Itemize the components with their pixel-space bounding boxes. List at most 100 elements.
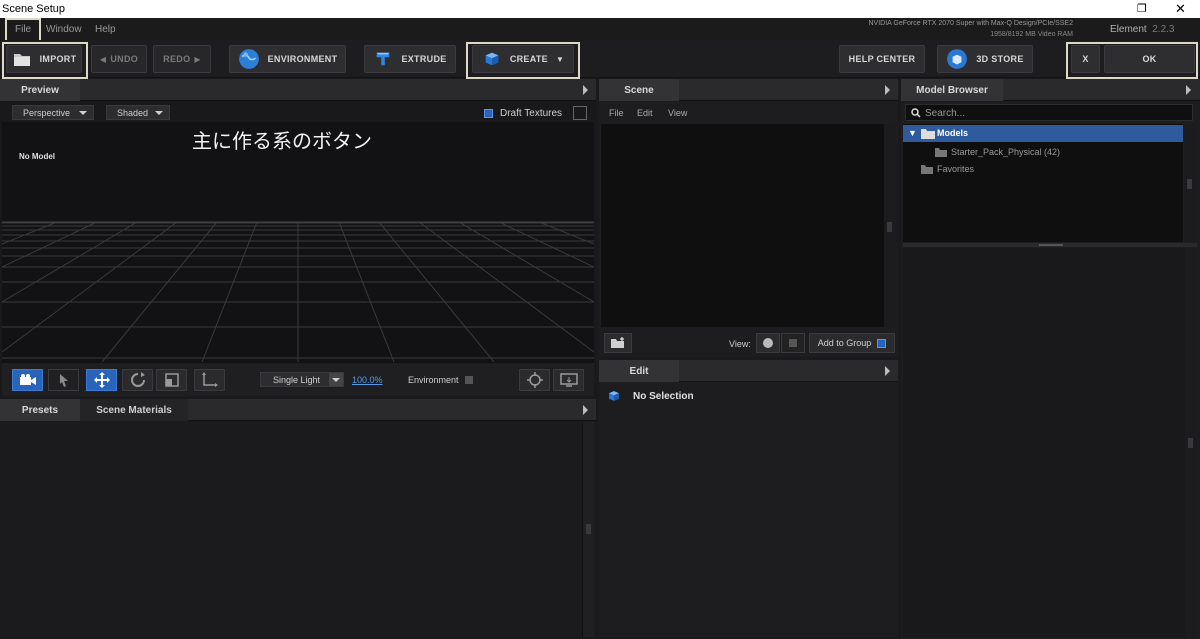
- add-folder-button[interactable]: [604, 333, 632, 353]
- environment-label: ENVIRONMENT: [267, 54, 338, 64]
- search-icon: [911, 108, 921, 118]
- select-tool-button[interactable]: [48, 369, 79, 391]
- store-icon: [947, 49, 968, 69]
- environment-checkbox[interactable]: [465, 376, 473, 384]
- model-tree-scrollbar[interactable]: [1184, 124, 1196, 242]
- undo-label: UNDO: [110, 54, 139, 64]
- selection-status: No Selection: [633, 391, 694, 402]
- group-icon: [789, 339, 797, 347]
- zoom-value[interactable]: 100.0%: [352, 375, 383, 385]
- camera-tool-button[interactable]: [12, 369, 43, 391]
- scale-tool-button[interactable]: [156, 369, 187, 391]
- tab-preview[interactable]: Preview: [0, 79, 80, 101]
- app-version: Element 2.2.3: [1110, 24, 1175, 35]
- tab-presets[interactable]: Presets: [0, 399, 80, 421]
- shading-dropdown[interactable]: Shaded: [106, 105, 170, 120]
- extrude-button[interactable]: EXTRUDE: [364, 45, 456, 73]
- focus-button[interactable]: [519, 369, 550, 391]
- add-to-group-label: Add to Group: [817, 338, 872, 348]
- folder-icon: [921, 165, 933, 174]
- caret-icon: [79, 111, 87, 115]
- tab-model-browser[interactable]: Model Browser: [901, 79, 1003, 101]
- help-center-button[interactable]: HELP CENTER: [839, 45, 925, 73]
- undo-button[interactable]: ◀ UNDO: [91, 45, 147, 73]
- annotation-text: 主に作る系のボタン: [192, 129, 372, 153]
- chevron-right-icon: ▶: [194, 54, 201, 64]
- move-tool-button[interactable]: [86, 369, 117, 391]
- help-center-label: HELP CENTER: [848, 54, 916, 64]
- thumbnails-scrollbar[interactable]: [1185, 248, 1197, 637]
- model-thumbnails-area[interactable]: [903, 248, 1185, 637]
- title-bar: Scene Setup ❐ ✕: [0, 0, 1200, 18]
- scene-tree[interactable]: [601, 124, 884, 327]
- scale-icon: [164, 373, 179, 387]
- tab-edit[interactable]: Edit: [599, 360, 679, 382]
- preview-tabbar: Preview: [0, 79, 596, 101]
- scroll-thumb[interactable]: [1187, 179, 1192, 189]
- rotate-tool-button[interactable]: [122, 369, 153, 391]
- viewport-toolbar: Single Light 100.0% Environment: [2, 362, 594, 396]
- sphere-icon: [763, 338, 773, 348]
- panel-arrow-icon[interactable]: [583, 405, 588, 415]
- scroll-thumb[interactable]: [1188, 438, 1193, 448]
- render-view-button[interactable]: [553, 369, 584, 391]
- folder-icon: [935, 148, 947, 157]
- presets-scrollbar[interactable]: [582, 422, 594, 637]
- view-label: View:: [729, 339, 751, 349]
- close-icon[interactable]: ✕: [1175, 1, 1186, 17]
- camera-dropdown[interactable]: Perspective: [12, 105, 94, 120]
- create-highlight: [466, 42, 580, 79]
- window-title: Scene Setup: [2, 3, 65, 15]
- model-tree[interactable]: ▼ Models Starter_Pack_Physical (42) Favo…: [903, 124, 1183, 242]
- tree-row-favorites[interactable]: Favorites: [903, 160, 1183, 176]
- panel-arrow-icon[interactable]: [885, 85, 890, 95]
- panel-arrow-icon[interactable]: [583, 85, 588, 95]
- video-camera-icon: [19, 374, 36, 385]
- redo-button[interactable]: REDO ▶: [153, 45, 211, 73]
- crosshair-icon: [526, 372, 543, 388]
- edit-tabbar: Edit: [599, 360, 898, 382]
- light-dropdown[interactable]: Single Light: [260, 372, 344, 387]
- draft-textures-checkbox[interactable]: [484, 109, 493, 118]
- scene-menu-view[interactable]: View: [668, 108, 687, 118]
- grip-icon: [1039, 244, 1063, 246]
- search-placeholder: Search...: [925, 108, 966, 119]
- scene-menu-file[interactable]: File: [609, 108, 624, 118]
- panel-arrow-icon[interactable]: [885, 366, 890, 376]
- splitter-handle[interactable]: [903, 243, 1197, 247]
- redo-label: REDO: [163, 54, 191, 64]
- scene-scrollbar[interactable]: [884, 124, 896, 327]
- 3d-store-button[interactable]: 3D STORE: [937, 45, 1033, 73]
- tree-row-starter-pack[interactable]: Starter_Pack_Physical (42): [903, 143, 1183, 159]
- model-search-field[interactable]: Search...: [905, 104, 1193, 121]
- folder-icon: [921, 129, 935, 139]
- view-sphere-button[interactable]: [756, 333, 780, 353]
- restore-icon[interactable]: ❐: [1137, 2, 1147, 15]
- 3d-viewport[interactable]: No Model: [2, 122, 594, 362]
- maximize-icon[interactable]: [573, 106, 587, 120]
- move-arrows-icon: [93, 372, 110, 388]
- scroll-thumb[interactable]: [887, 222, 892, 232]
- menu-window[interactable]: Window: [46, 24, 82, 35]
- view-group-button[interactable]: [781, 333, 805, 353]
- app-name: Element: [1110, 24, 1147, 35]
- tab-scene-materials[interactable]: Scene Materials: [80, 399, 188, 421]
- version-number: 2.2.3: [1152, 24, 1175, 35]
- tree-row-models[interactable]: ▼ Models: [903, 125, 1183, 142]
- panel-arrow-icon[interactable]: [1186, 85, 1191, 95]
- add-folder-icon: [611, 337, 624, 348]
- globe-icon: [238, 49, 259, 69]
- menu-help[interactable]: Help: [95, 24, 116, 35]
- tree-label-favorites: Favorites: [937, 164, 975, 174]
- environment-button[interactable]: ENVIRONMENT: [229, 45, 346, 73]
- tab-scene[interactable]: Scene: [599, 79, 679, 101]
- shading-value: Shaded: [117, 107, 149, 118]
- presets-tabbar: Presets Scene Materials: [0, 399, 596, 421]
- no-model-label: No Model: [19, 152, 55, 161]
- add-to-group-button[interactable]: Add to Group: [809, 333, 895, 353]
- light-dropdown-button[interactable]: [329, 373, 343, 386]
- expand-icon[interactable]: ▼: [908, 128, 917, 138]
- axis-tool-button[interactable]: [194, 369, 225, 391]
- scroll-thumb[interactable]: [586, 524, 591, 534]
- scene-menu-edit[interactable]: Edit: [637, 108, 653, 118]
